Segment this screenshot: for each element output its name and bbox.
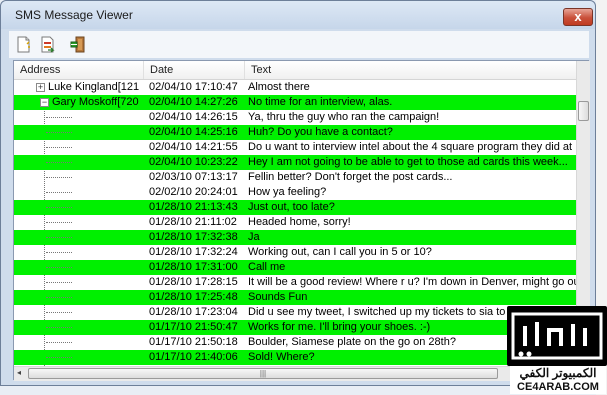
message-row[interactable]: 01/17/10 21:50:18 Boulder, Siamese plate …: [14, 335, 576, 350]
column-header-date[interactable]: Date: [144, 61, 245, 79]
message-tree-list[interactable]: Address Date Text + Luke Kingland[121 02/0…: [13, 60, 590, 381]
tree-branch-line: [46, 237, 72, 238]
message-row[interactable]: 01/28/10 17:31:00 Call me: [14, 260, 576, 275]
message-row[interactable]: 02/02/10 20:24:01 How ya feeling?: [14, 185, 576, 200]
message-row[interactable]: 01/28/10 17:28:15 It will be a good revie…: [14, 275, 576, 290]
message-date: 01/28/10 21:13:43: [149, 201, 238, 213]
tree-branch-line: [46, 192, 72, 193]
message-date: 02/02/10 20:24:01: [149, 186, 238, 198]
tree-branch-line: [46, 297, 72, 298]
message-row[interactable]: 01/28/10 17:32:24 Working out, can I call…: [14, 245, 576, 260]
message-date: 01/28/10 17:32:38: [149, 231, 238, 243]
message-row[interactable]: 02/03/10 07:13:17 Fellin better? Don't fo…: [14, 170, 576, 185]
message-text: Ya, thru the guy who ran the campaign!: [248, 111, 440, 123]
message-row[interactable]: 01/28/10 21:11:02 Headed home, sorry!: [14, 215, 576, 230]
column-header: Address Date Text: [14, 61, 576, 80]
horizontal-scroll-thumb[interactable]: |||: [28, 368, 498, 379]
message-row[interactable]: 01/17/10 21:50:47 Works for me. I'll brin…: [14, 320, 576, 335]
horizontal-scrollbar[interactable]: ◂ ||| ▸: [14, 366, 576, 381]
message-date: 02/04/10 14:27:26: [149, 96, 238, 108]
tree-branch-line: [46, 132, 72, 133]
message-text: Sounds Fun: [248, 291, 308, 303]
message-text: Call me: [248, 261, 286, 273]
scroll-left-icon[interactable]: ◂: [17, 368, 21, 377]
tree-branch-line: [46, 162, 72, 163]
tree-branch-line: [46, 282, 72, 283]
export-icon[interactable]: [39, 36, 56, 53]
message-text: How ya feeling?: [248, 186, 327, 198]
message-date: 02/04/10 10:23:22: [149, 156, 238, 168]
message-text: Huh? Do you have a contact?: [248, 126, 393, 138]
watermark-site-text: CE4ARAB.COM: [510, 380, 606, 394]
message-date: 01/28/10 21:11:02: [149, 216, 237, 228]
message-date: 02/04/10 14:26:15: [149, 111, 238, 123]
tree-branch-line: [46, 177, 72, 178]
message-date: 02/04/10 17:10:47: [149, 81, 238, 93]
contact-row[interactable]: + Luke Kingland[121 02/04/10 17:10:47 Almos…: [14, 80, 576, 95]
message-row[interactable]: 01/28/10 21:13:43 Just out, too late?: [14, 200, 576, 215]
message-text: Fellin better? Don't forget the post car…: [248, 171, 453, 183]
close-button[interactable]: x: [563, 8, 593, 26]
message-text: It will be a good review! Where r u? I'm…: [248, 276, 576, 288]
tree-branch-line: [46, 222, 72, 223]
tree-branch-line: [46, 207, 72, 208]
message-date: 01/28/10 17:23:04: [149, 306, 238, 318]
contact-address: Gary Moskoff[720: [52, 96, 139, 108]
message-date: 01/17/10 21:50:47: [149, 321, 238, 333]
message-date: 01/28/10 17:32:24: [149, 246, 238, 258]
message-text: Do u want to interview intel about the 4…: [248, 141, 573, 153]
tree-branch-line: [46, 147, 72, 148]
message-row[interactable]: 01/28/10 17:23:04 Did u see my tweet, I s…: [14, 305, 576, 320]
column-header-address[interactable]: Address: [14, 61, 144, 79]
message-row[interactable]: 02/04/10 14:25:16 Huh? Do you have a cont…: [14, 125, 576, 140]
message-date: 01/17/10 21:50:18: [149, 336, 238, 348]
tree-branch-line: [46, 267, 72, 268]
tree-branch-line: [46, 252, 72, 253]
message-rows: + Luke Kingland[121 02/04/10 17:10:47 Almos…: [14, 80, 576, 366]
window-title: SMS Message Viewer: [15, 8, 133, 22]
tree-branch-line: [46, 327, 72, 328]
message-date: 01/28/10 17:31:00: [149, 261, 238, 273]
message-row[interactable]: 02/04/10 10:23:22 Hey I am not going to b…: [14, 155, 576, 170]
message-row[interactable]: 01/28/10 17:32:38 Ja: [14, 230, 576, 245]
message-row[interactable]: 02/04/10 14:26:15 Ya, thru the guy who ra…: [14, 110, 576, 125]
message-text: No time for an interview, alas.: [248, 96, 393, 108]
message-text: Headed home, sorry!: [248, 216, 351, 228]
message-date: 01/28/10 17:28:15: [149, 276, 238, 288]
message-date: 02/04/10 14:25:16: [149, 126, 238, 138]
scroll-grip-icon: |||: [259, 369, 267, 378]
message-date: 01/17/10 21:40:06: [149, 351, 238, 363]
contact-row[interactable]: − Gary Moskoff[720 02/04/10 14:27:26 No tim…: [14, 95, 576, 110]
exit-icon[interactable]: [69, 36, 86, 53]
message-text: Just out, too late?: [248, 201, 335, 213]
message-date: 02/03/10 07:13:17: [149, 171, 238, 183]
watermark-arabic-text: الكمبيوتر الكفي: [510, 366, 606, 380]
vertical-scroll-thumb[interactable]: [578, 101, 589, 121]
message-date: 01/28/10 17:25:48: [149, 291, 238, 303]
tree-branch-line: [46, 312, 72, 313]
message-text: Ja: [248, 231, 260, 243]
message-text: Working out, can I call you in 5 or 10?: [248, 246, 432, 258]
new-document-icon[interactable]: [15, 36, 32, 53]
message-text: Almost there: [248, 81, 310, 93]
expand-icon[interactable]: +: [36, 83, 45, 92]
message-row[interactable]: 02/04/10 14:21:55 Do u want to interview …: [14, 140, 576, 155]
tree-branch-line: [46, 117, 72, 118]
toolbar: [9, 31, 589, 58]
title-bar[interactable]: SMS Message Viewer x: [1, 1, 595, 29]
message-text: Hey I am not going to be able to get to …: [248, 156, 568, 168]
watermark-logo: [507, 306, 607, 366]
collapse-icon[interactable]: −: [40, 98, 49, 107]
message-date: 02/04/10 14:21:55: [149, 141, 238, 153]
contact-address: Luke Kingland[121: [48, 81, 140, 93]
message-row[interactable]: 01/28/10 17:25:48 Sounds Fun: [14, 290, 576, 305]
tree-branch-line: [46, 357, 72, 358]
column-header-text[interactable]: Text: [245, 61, 576, 79]
tree-branch-line: [46, 342, 72, 343]
message-row[interactable]: 01/17/10 21:40:06 Sold! Where?: [14, 350, 576, 365]
